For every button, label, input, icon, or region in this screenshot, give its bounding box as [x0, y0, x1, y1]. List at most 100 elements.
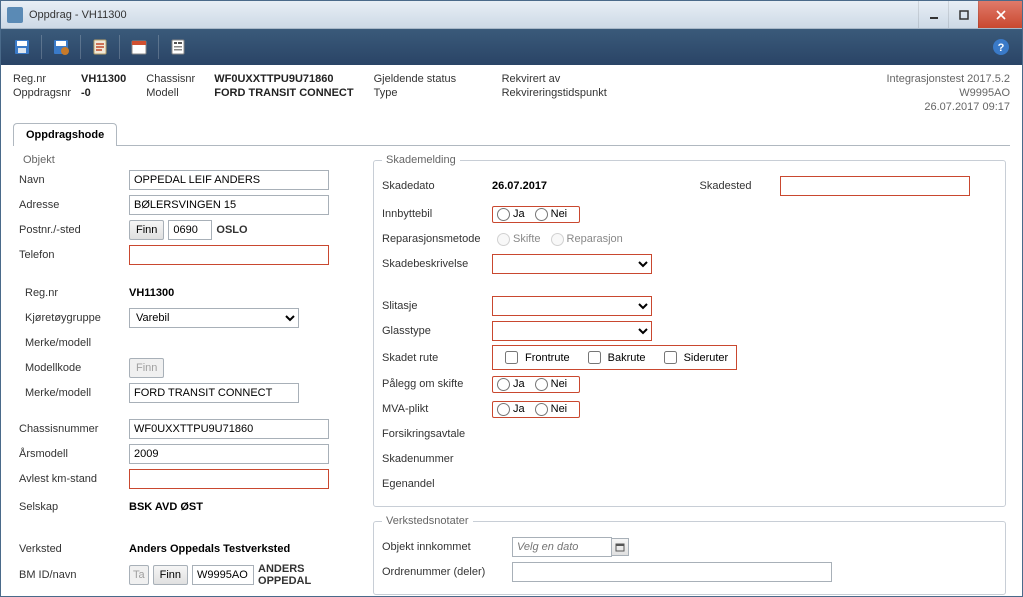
tab-oppdragshode[interactable]: Oppdragshode [13, 123, 117, 146]
rekv-tid-label: Rekvireringstidspunkt [502, 87, 632, 99]
verksted-value: Anders Oppedals Testverksted [129, 543, 357, 555]
status-label: Gjeldende status [374, 73, 474, 85]
oppdragsnr-label: Oppdragsnr [13, 87, 73, 99]
save-button[interactable] [7, 33, 37, 61]
skademelding-legend: Skademelding [382, 154, 460, 166]
innbyttebil-ja[interactable]: Ja [497, 208, 525, 221]
skadested-input[interactable] [780, 176, 970, 196]
finn-postnr-button[interactable]: Finn [129, 220, 164, 240]
modellkode-label: Modellkode [19, 362, 129, 374]
notater-legend: Verkstedsnotater [382, 515, 473, 527]
tab-strip: Oppdragshode [13, 123, 1010, 146]
palegg-nei[interactable]: Nei [535, 378, 568, 391]
calendar-button[interactable] [124, 33, 154, 61]
oppdragsnr-value: -0 [81, 87, 91, 99]
postnr-label: Postnr./-sted [19, 224, 129, 236]
palegg-ja[interactable]: Ja [497, 378, 525, 391]
meta-timestamp: 26.07.2017 09:17 [886, 101, 1010, 113]
app-icon [7, 7, 23, 23]
objekt-innkommet-date[interactable] [512, 537, 612, 557]
verksted-label: Verksted [19, 543, 129, 555]
repmetode-skifte[interactable]: Skifte [497, 233, 541, 246]
navn-input[interactable] [129, 170, 329, 190]
skadetrute-label: Skadet rute [382, 352, 492, 364]
poststed-value: OSLO [216, 224, 247, 236]
sideruter-checkbox[interactable]: Sideruter [660, 348, 729, 367]
arsmodell-label: Årsmodell [19, 448, 129, 460]
egenandel-label: Egenandel [382, 478, 492, 490]
ta-button[interactable]: Ta [129, 565, 149, 585]
skadebeskr-select[interactable] [492, 254, 652, 274]
chassisnr-label: Chassisnr [146, 73, 206, 85]
type-label: Type [374, 87, 474, 99]
repmetode-label: Reparasjonsmetode [382, 233, 492, 245]
skadedato-label: Skadedato [382, 180, 492, 192]
bm-id-input[interactable] [192, 565, 254, 585]
summary-header: Reg.nr VH11300 Oppdragsnr -0 Chassisnr WF0U… [13, 73, 1010, 113]
km-label: Avlest km-stand [19, 473, 129, 485]
help-button[interactable]: ? [986, 33, 1016, 61]
innbyttebil-label: Innbyttebil [382, 208, 492, 220]
clipboard-button[interactable] [85, 33, 115, 61]
arsmodell-input[interactable] [129, 444, 329, 464]
finn-bm-button[interactable]: Finn [153, 565, 188, 585]
skadebeskr-label: Skadebeskrivelse [382, 258, 492, 270]
adresse-label: Adresse [19, 199, 129, 211]
skadedato-value: 26.07.2017 [492, 180, 680, 192]
mva-label: MVA-plikt [382, 403, 492, 415]
mva-ja[interactable]: Ja [497, 403, 525, 416]
ordrenr-input[interactable] [512, 562, 832, 582]
selskap-label: Selskap [19, 501, 129, 513]
merke2-input[interactable] [129, 383, 299, 403]
form-button[interactable] [163, 33, 193, 61]
bakrute-checkbox[interactable]: Bakrute [584, 348, 646, 367]
repmetode-group: Skifte Reparasjon [492, 231, 636, 248]
mva-nei[interactable]: Nei [535, 403, 568, 416]
kjoretoy-select[interactable]: Varebil [129, 308, 299, 328]
maximize-button[interactable] [948, 1, 978, 28]
glasstype-select[interactable] [492, 321, 652, 341]
regnr-label: Reg.nr [13, 73, 73, 85]
app-window: Oppdrag - VH11300 ? Reg.nr VH11300 Oppdra… [0, 0, 1023, 597]
bm-label: BM ID/navn [19, 569, 129, 581]
regnr2-label: Reg.nr [19, 287, 129, 299]
palegg-label: Pålegg om skifte [382, 378, 492, 390]
toolbar: ? [1, 29, 1022, 65]
chassisnr-value: WF0UXXTTPU9U71860 [214, 73, 333, 85]
objekt-legend: Objekt [19, 154, 59, 166]
meta-user: W9995AO [886, 87, 1010, 99]
frontrute-checkbox[interactable]: Frontrute [501, 348, 570, 367]
objekt-innkommet-label: Objekt innkommet [382, 541, 512, 553]
rekvirert-label: Rekvirert av [502, 73, 632, 85]
finn-modellkode-button[interactable]: Finn [129, 358, 164, 378]
close-button[interactable] [978, 1, 1022, 28]
merke-label: Merke/modell [19, 337, 129, 349]
skadested-label: Skadested [700, 180, 780, 192]
slitasje-select[interactable] [492, 296, 652, 316]
svg-text:?: ? [998, 42, 1005, 54]
innbyttebil-nei[interactable]: Nei [535, 208, 568, 221]
mva-group: Ja Nei [492, 401, 580, 418]
chassis-label: Chassisnummer [19, 423, 129, 435]
forsikring-label: Forsikringsavtale [382, 428, 492, 440]
telefon-input[interactable] [129, 245, 329, 265]
repmetode-reparasjon[interactable]: Reparasjon [551, 233, 623, 246]
km-input[interactable] [129, 469, 329, 489]
slitasje-label: Slitasje [382, 300, 492, 312]
adresse-input[interactable] [129, 195, 329, 215]
navn-label: Navn [19, 174, 129, 186]
postnr-input[interactable] [168, 220, 212, 240]
minimize-button[interactable] [918, 1, 948, 28]
chassis-input[interactable] [129, 419, 329, 439]
palegg-group: Ja Nei [492, 376, 580, 393]
content-area: Reg.nr VH11300 Oppdragsnr -0 Chassisnr WF0U… [1, 65, 1022, 596]
form-body: Objekt Navn Adresse Postnr./-sted Finn O… [13, 146, 1010, 596]
window-title: Oppdrag - VH11300 [29, 9, 918, 21]
calendar-icon[interactable] [611, 538, 629, 556]
bm-name-value: ANDERS OPPEDAL [258, 563, 357, 587]
titlebar: Oppdrag - VH11300 [1, 1, 1022, 29]
regnr-value: VH11300 [81, 73, 126, 85]
selskap-value: BSK AVD ØST [129, 501, 357, 513]
telefon-label: Telefon [19, 249, 129, 261]
save-options-button[interactable] [46, 33, 76, 61]
